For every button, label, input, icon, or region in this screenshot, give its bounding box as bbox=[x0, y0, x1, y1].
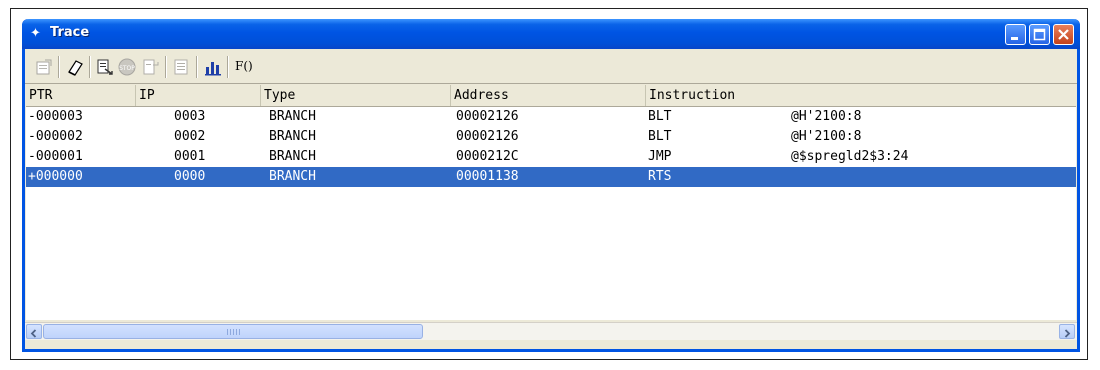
close-button[interactable] bbox=[1053, 24, 1074, 45]
stop-icon[interactable]: STOP bbox=[118, 58, 136, 76]
scroll-left-button[interactable] bbox=[26, 324, 42, 339]
cell-address: 00002126 bbox=[456, 129, 519, 144]
toolbar: STOP F() bbox=[25, 51, 1077, 84]
horizontal-scrollbar[interactable] bbox=[25, 322, 1077, 340]
chevron-left-icon bbox=[30, 329, 37, 338]
column-header-ip[interactable]: IP bbox=[136, 85, 261, 106]
table-row[interactable]: -000002 0002 BRANCH 00002126 BLT @H'2100… bbox=[26, 127, 1076, 147]
cell-ip: 0003 bbox=[174, 109, 206, 124]
cell-operand: @H'2100:8 bbox=[791, 109, 862, 124]
cell-ptr: -000002 bbox=[28, 129, 83, 144]
cell-ptr: +000000 bbox=[28, 169, 83, 184]
record-icon[interactable] bbox=[172, 58, 190, 76]
minimize-button[interactable] bbox=[1005, 24, 1026, 45]
chevron-right-icon bbox=[1064, 329, 1071, 338]
window-title: Trace bbox=[50, 25, 90, 40]
cell-ptr: -000001 bbox=[28, 149, 83, 164]
cell-operand: @$spregld2$3:24 bbox=[791, 149, 909, 164]
close-icon bbox=[1058, 29, 1069, 40]
trace-window-icon: ✦ bbox=[30, 26, 41, 41]
cell-mnemonic: BLT bbox=[648, 129, 672, 144]
cell-mnemonic: BLT bbox=[648, 109, 672, 124]
eraser-icon[interactable] bbox=[66, 58, 84, 76]
column-header: PTR IP Type Address Instruction bbox=[26, 85, 1076, 107]
cell-address: 0000212C bbox=[456, 149, 519, 164]
cell-address: 00001138 bbox=[456, 169, 519, 184]
cell-type: BRANCH bbox=[269, 129, 316, 144]
cell-ptr: -000003 bbox=[28, 109, 83, 124]
export-icon[interactable] bbox=[96, 58, 114, 76]
table-row-selected[interactable]: +000000 0000 BRANCH 00001138 RTS bbox=[26, 167, 1076, 187]
cell-ip: 0000 bbox=[174, 169, 206, 184]
scroll-right-button[interactable] bbox=[1059, 324, 1075, 339]
scroll-grip-icon bbox=[227, 329, 241, 335]
cell-type: BRANCH bbox=[269, 149, 316, 164]
table-row[interactable]: -000003 0003 BRANCH 00002126 BLT @H'2100… bbox=[26, 107, 1076, 127]
cell-type: BRANCH bbox=[269, 169, 316, 184]
maximize-button[interactable] bbox=[1029, 24, 1050, 45]
cell-mnemonic: RTS bbox=[648, 169, 672, 184]
cell-ip: 0001 bbox=[174, 149, 206, 164]
statistics-chart-icon[interactable] bbox=[204, 58, 222, 76]
cell-ip: 0002 bbox=[174, 129, 206, 144]
maximize-icon bbox=[1033, 28, 1046, 41]
svg-text:STOP: STOP bbox=[119, 65, 135, 72]
cell-type: BRANCH bbox=[269, 109, 316, 124]
column-header-instruction[interactable]: Instruction bbox=[646, 85, 1076, 106]
title-bar[interactable]: ✦ Trace bbox=[22, 19, 1080, 49]
column-header-type[interactable]: Type bbox=[261, 85, 451, 106]
trace-list: PTR IP Type Address Instruction -000003 … bbox=[26, 85, 1076, 320]
step-icon[interactable] bbox=[142, 58, 160, 76]
cell-address: 00002126 bbox=[456, 109, 519, 124]
function-call-button[interactable]: F() bbox=[235, 59, 253, 73]
cell-operand: @H'2100:8 bbox=[791, 129, 862, 144]
cell-mnemonic: JMP bbox=[648, 149, 672, 164]
column-header-address[interactable]: Address bbox=[451, 85, 646, 106]
trace-window: ✦ Trace STOP F() PTR IP Type Address Ins… bbox=[22, 19, 1080, 352]
properties-icon[interactable] bbox=[35, 58, 53, 76]
table-row[interactable]: -000001 0001 BRANCH 0000212C JMP @$spreg… bbox=[26, 147, 1076, 167]
minimize-icon bbox=[1011, 37, 1018, 40]
column-header-ptr[interactable]: PTR bbox=[26, 85, 136, 106]
scroll-thumb[interactable] bbox=[43, 324, 423, 339]
